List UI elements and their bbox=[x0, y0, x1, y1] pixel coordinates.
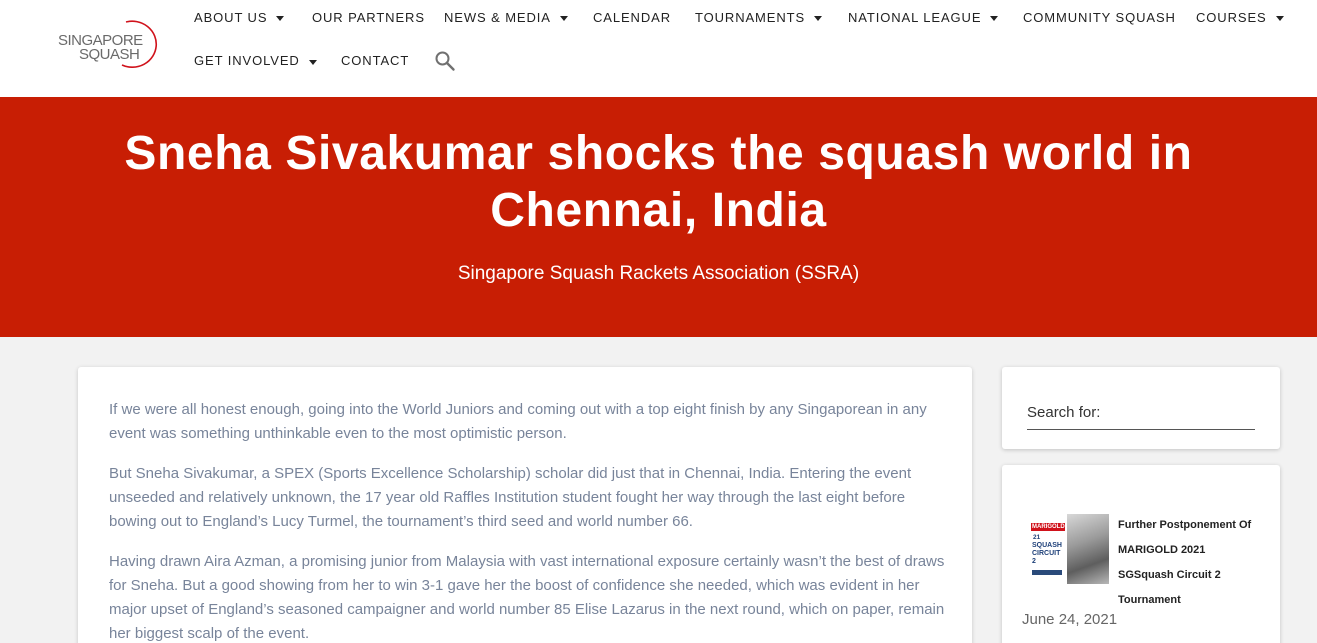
site-logo[interactable]: SINGAPORE SQUASH bbox=[56, 18, 162, 68]
nav-item-label: COMMUNITY SQUASH bbox=[1023, 10, 1176, 25]
caret-down-icon bbox=[1275, 15, 1284, 21]
nav-item-calendar[interactable]: CALENDAR bbox=[593, 10, 671, 25]
page-title: Sneha Sivakumar shocks the squash world … bbox=[124, 127, 1193, 237]
nav-item-label: CALENDAR bbox=[593, 10, 671, 25]
nav-item-label: NEWS & MEDIA bbox=[444, 10, 551, 25]
page-subtitle: Singapore Squash Rackets Association (SS… bbox=[457, 263, 860, 284]
nav-item-contact[interactable]: CONTACT bbox=[341, 53, 409, 68]
nav-item-news-media[interactable]: NEWS & MEDIA bbox=[444, 10, 568, 25]
search-icon[interactable] bbox=[434, 50, 456, 72]
search-underline bbox=[1027, 429, 1255, 430]
site-header: SINGAPORE SQUASH ABOUT US OUR PARTNERS N… bbox=[0, 0, 1317, 97]
search-input[interactable] bbox=[1122, 401, 1255, 427]
nav-item-our-partners[interactable]: OUR PARTNERS bbox=[312, 10, 425, 25]
nav-item-about-us[interactable]: ABOUT US bbox=[194, 10, 285, 25]
nav-item-label: OUR PARTNERS bbox=[312, 10, 425, 25]
thumbnail-bar bbox=[1032, 570, 1062, 575]
nav-item-national-league[interactable]: NATIONAL LEAGUE bbox=[848, 10, 999, 25]
article-paragraph: If we were all honest enough, going into… bbox=[109, 401, 927, 442]
caret-down-icon bbox=[276, 15, 285, 21]
nav-item-community-squash[interactable]: COMMUNITY SQUASH bbox=[1023, 10, 1176, 25]
sidebar-recent-post: MARIGOLD 21 SQUASH CIRCUIT 2 Further Pos… bbox=[1002, 465, 1280, 643]
thumbnail-text: 21 bbox=[1033, 534, 1041, 541]
nav-item-tournaments[interactable]: TOURNAMENTS bbox=[695, 10, 823, 25]
post-title-link[interactable]: Further Postponement Of MARIGOLD 2021 SG… bbox=[1118, 513, 1258, 613]
caret-down-icon bbox=[814, 15, 823, 21]
logo-text-line2: SQUASH bbox=[79, 46, 140, 63]
nav-item-label: TOURNAMENTS bbox=[695, 10, 806, 25]
article-card: If we were all honest enough, going into… bbox=[78, 367, 972, 643]
nav-item-label: GET INVOLVED bbox=[194, 53, 300, 68]
post-thumbnail[interactable]: MARIGOLD 21 SQUASH CIRCUIT 2 bbox=[1031, 514, 1109, 584]
thumbnail-player-photo bbox=[1067, 514, 1109, 584]
article-paragraph: Having drawn Aira Azman, a promising jun… bbox=[109, 553, 945, 642]
nav-item-label: COURSES bbox=[1196, 10, 1267, 25]
nav-item-label: ABOUT US bbox=[194, 10, 268, 25]
nav-item-get-involved[interactable]: GET INVOLVED bbox=[194, 53, 317, 68]
post-date: June 24, 2021 bbox=[1022, 611, 1118, 628]
hero-banner: Sneha Sivakumar shocks the squash world … bbox=[0, 97, 1317, 337]
thumbnail-poster: MARIGOLD 21 SQUASH CIRCUIT 2 bbox=[1031, 514, 1065, 584]
nav-item-courses[interactable]: COURSES bbox=[1196, 10, 1284, 25]
nav-item-label: CONTACT bbox=[341, 53, 410, 68]
caret-down-icon bbox=[559, 15, 568, 21]
sidebar-search-widget: Search for: bbox=[1002, 367, 1280, 449]
article-paragraph: But Sneha Sivakumar, a SPEX (Sports Exce… bbox=[109, 465, 912, 530]
thumbnail-text: CIRCUIT 2 bbox=[1032, 550, 1061, 565]
caret-down-icon bbox=[990, 15, 999, 21]
nav-item-label: NATIONAL LEAGUE bbox=[848, 10, 982, 25]
thumbnail-text: SQUASH bbox=[1032, 542, 1062, 549]
caret-down-icon bbox=[308, 60, 317, 65]
thumbnail-brand-text: MARIGOLD bbox=[1031, 523, 1065, 531]
search-label: Search for: bbox=[1027, 404, 1101, 421]
